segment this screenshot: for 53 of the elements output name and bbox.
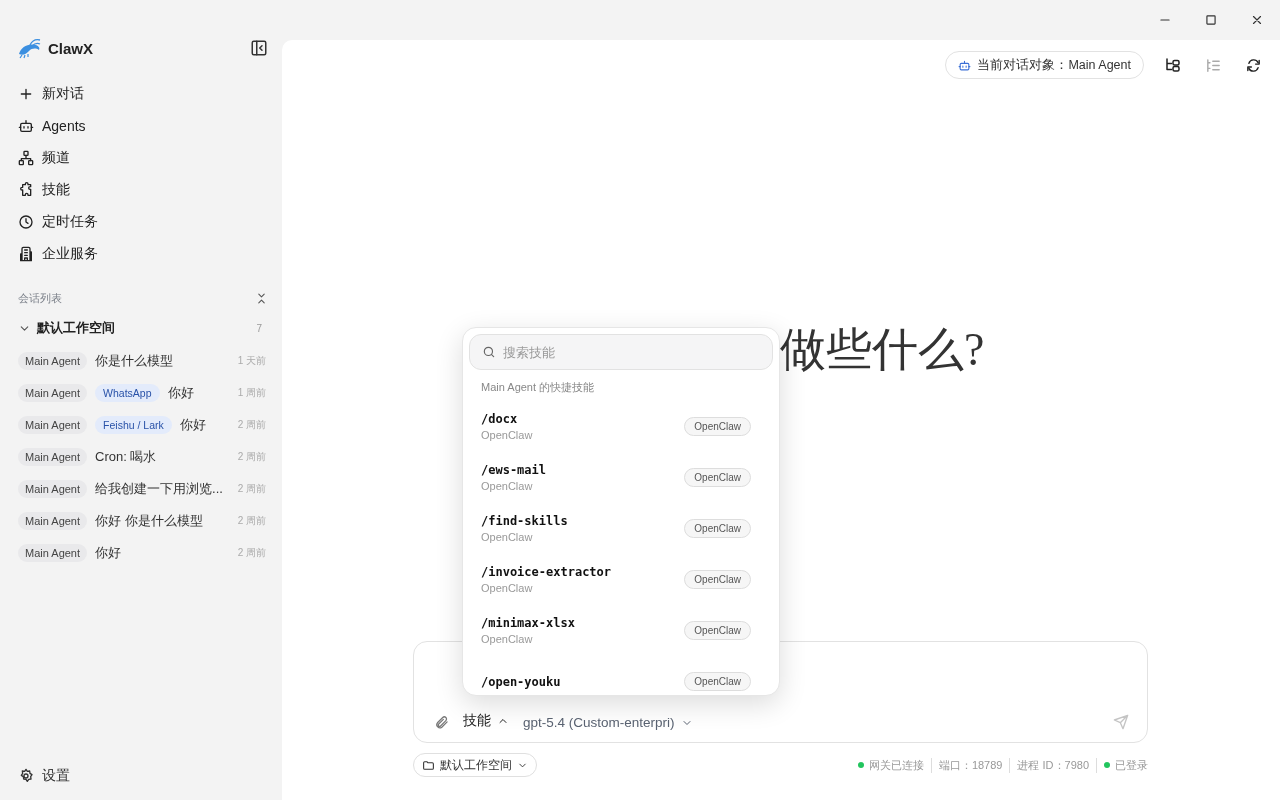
- list-icon: [1204, 56, 1222, 74]
- nav-item[interactable]: 企业服务: [16, 238, 268, 270]
- nav-item[interactable]: 新对话: [16, 78, 268, 110]
- skills-subheading: Main Agent 的快捷技能: [481, 380, 596, 395]
- collapse-all-icon[interactable]: [255, 291, 268, 305]
- skill-item[interactable]: /docx OpenClaw OpenClaw: [469, 401, 773, 452]
- close-icon: [1250, 13, 1264, 27]
- settings-button[interactable]: 设置: [16, 760, 268, 792]
- status-text: 已登录: [1115, 757, 1148, 773]
- clock-icon: [18, 214, 34, 230]
- nav-item[interactable]: 技能: [16, 174, 268, 206]
- status-text: 进程 ID：7980: [1017, 757, 1089, 773]
- puzzle-icon: [18, 182, 34, 198]
- session-item[interactable]: Main Agent 给我创建一下用浏览... 2 周前: [16, 473, 268, 505]
- nav-item[interactable]: 定时任务: [16, 206, 268, 238]
- building-icon: [18, 246, 34, 262]
- search-icon: [482, 345, 496, 359]
- network-icon: [18, 150, 34, 166]
- workspace-group[interactable]: 默认工作空间 7: [16, 317, 268, 339]
- section-label: 会话列表: [18, 290, 62, 306]
- shrimp-logo-icon: [16, 37, 42, 59]
- skills-button[interactable]: 技能: [463, 712, 509, 730]
- attach-icon[interactable]: [434, 715, 449, 730]
- settings-icon: [18, 768, 34, 784]
- app-name: ClawX: [48, 39, 93, 57]
- skill-item[interactable]: /find-skills OpenClaw OpenClaw: [469, 503, 773, 554]
- refresh-icon: [1244, 56, 1262, 74]
- nav-item[interactable]: Agents: [16, 110, 268, 142]
- session-item[interactable]: Main Agent 你好 2 周前: [16, 537, 268, 569]
- tree-icon: [1164, 56, 1182, 74]
- send-icon: [1113, 714, 1129, 730]
- folder-icon: [422, 758, 435, 772]
- model-selector[interactable]: gpt-5.4 (Custom-enterpri): [523, 715, 693, 730]
- skill-item[interactable]: /invoice-extractor OpenClaw OpenClaw: [469, 554, 773, 605]
- session-item[interactable]: Main Agent WhatsApp 你好 1 周前: [16, 377, 268, 409]
- status-text: 网关已连接: [868, 757, 924, 773]
- skill-search-field[interactable]: 搜索技能: [469, 334, 773, 370]
- plus-icon: [18, 86, 34, 102]
- collapse-sidebar-button[interactable]: [250, 39, 268, 57]
- robot-icon: [18, 118, 34, 134]
- welcome-heading: 做些什么?: [780, 323, 985, 377]
- session-item[interactable]: Main Agent Feishu / Lark 你好 2 周前: [16, 409, 268, 441]
- session-item[interactable]: Main Agent 你好 你是什么模型 2 周前: [16, 505, 268, 537]
- session-item[interactable]: Main Agent Cron: 喝水 2 周前: [16, 441, 268, 473]
- status-text: 端口：18789: [938, 757, 1003, 773]
- maximize-icon: [1204, 13, 1218, 27]
- session-item[interactable]: Main Agent 你是什么模型 1 天前: [16, 345, 268, 377]
- nav-item[interactable]: 频道: [16, 142, 268, 174]
- skill-item[interactable]: /ews-mail OpenClaw OpenClaw: [469, 452, 773, 503]
- robot-icon: [958, 58, 972, 72]
- chat-target-chip[interactable]: 当前对话对象：Main Agent: [945, 51, 1144, 79]
- workspace-selector[interactable]: 默认工作空间: [413, 753, 537, 777]
- skill-item[interactable]: /open-youku OpenClaw: [469, 656, 773, 695]
